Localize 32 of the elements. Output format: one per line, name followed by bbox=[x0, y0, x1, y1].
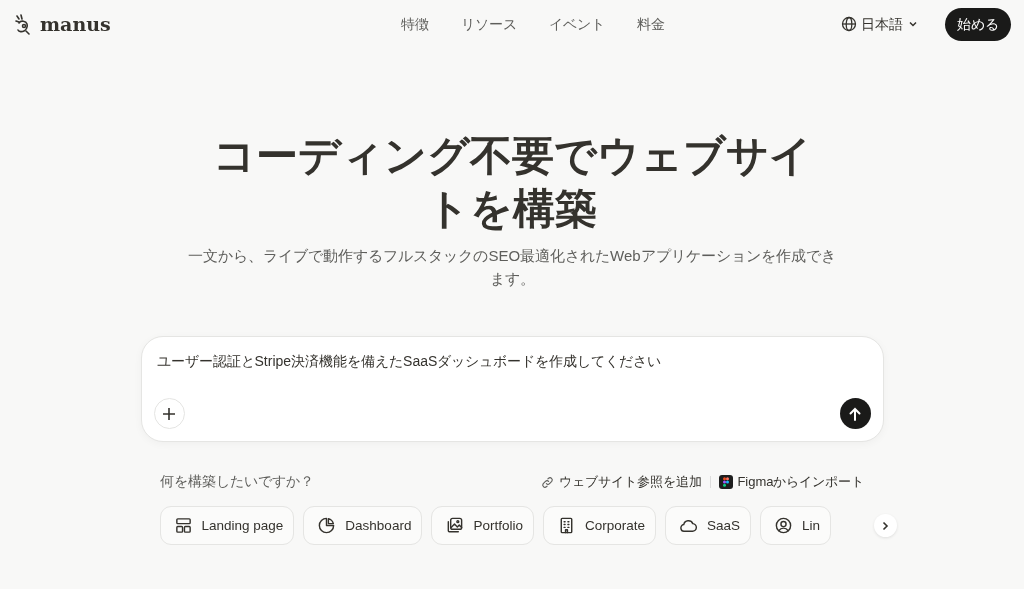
add-button[interactable] bbox=[153, 398, 185, 429]
nav-link-item[interactable]: 料金 bbox=[636, 13, 665, 35]
prompt-question: 何を構築したいですか？ bbox=[159, 473, 314, 491]
category-chip[interactable]: Corporate bbox=[542, 506, 656, 546]
arrow-up-icon bbox=[848, 406, 862, 421]
category-chip[interactable]: Landing page bbox=[159, 506, 295, 546]
nav-link-item[interactable]: 特徴 bbox=[400, 13, 429, 35]
import-link[interactable]: Figmaからインポート bbox=[719, 472, 865, 492]
hero-subtitle: 一文から、ライブで動作するフルスタックのSEO最適化されたWebアプリケーションを作成できます。 bbox=[187, 246, 837, 289]
chevron-right-icon bbox=[880, 520, 890, 531]
prompt-box[interactable]: ユーザー認証とStripe決済機能を備えたSaaSダッシュボードを作成してください bbox=[140, 336, 884, 442]
figma-logo-icon bbox=[719, 475, 734, 490]
category-chip[interactable]: Portfolio bbox=[431, 506, 534, 546]
nav-link-item[interactable]: リソース bbox=[460, 13, 517, 35]
pie-chart-icon bbox=[317, 516, 337, 536]
link-icon bbox=[540, 474, 556, 490]
user-circle-icon bbox=[774, 516, 793, 536]
category-chip[interactable]: Dashboard bbox=[303, 506, 423, 546]
language-selector[interactable]: 日本語 bbox=[841, 13, 919, 35]
prompt-input[interactable]: ユーザー認証とStripe決済機能を備えたSaaSダッシュボードを作成してください bbox=[156, 351, 871, 372]
category-chip[interactable]: SaaS bbox=[664, 506, 751, 546]
add-reference-link[interactable]: ウェブサイト参照を追加 bbox=[540, 472, 703, 492]
logo-text[interactable]: manus bbox=[40, 9, 111, 39]
hero-title: コーディング不要でウェブサイトを構築 bbox=[211, 130, 813, 235]
plus-icon bbox=[162, 406, 176, 421]
nav-link-item[interactable]: イベント bbox=[548, 13, 605, 35]
scroll-right-button[interactable] bbox=[873, 514, 897, 538]
layout-icon bbox=[173, 516, 193, 536]
category-chip[interactable]: Lin bbox=[760, 506, 831, 546]
send-button[interactable] bbox=[839, 398, 871, 429]
get-started-button[interactable]: 始める bbox=[945, 7, 1011, 41]
globe-icon bbox=[841, 16, 857, 32]
